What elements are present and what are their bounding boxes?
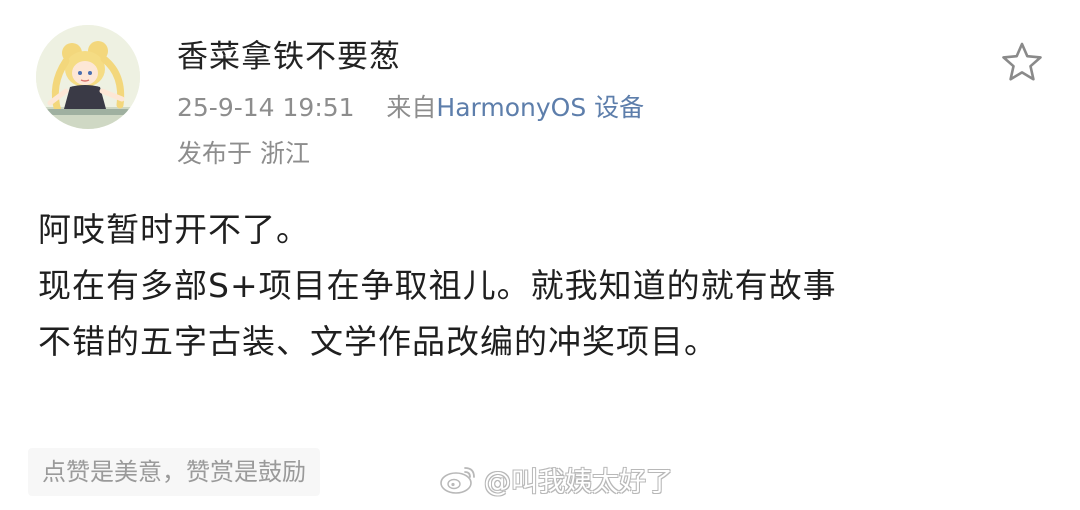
watermark-text: @叫我姨太好了 [484, 466, 673, 498]
source-prefix: 来自 [386, 93, 437, 122]
post-meta: 25-9-14 19:51 来自HarmonyOS 设备 [177, 90, 644, 126]
author-name[interactable]: 香菜拿铁不要葱 [177, 35, 401, 79]
star-outline-icon [1002, 42, 1042, 81]
weibo-watermark: @叫我姨太好了 [438, 459, 673, 499]
content-line: 阿吱暂时开不了。 [38, 210, 310, 249]
avatar-anime-girl-icon [36, 25, 140, 129]
post-timestamp: 25-9-14 19:51 [177, 93, 355, 122]
avatar[interactable] [36, 25, 140, 129]
weibo-logo-icon [440, 467, 475, 494]
weibo-post-card: 香菜拿铁不要葱 25-9-14 19:51 来自HarmonyOS 设备 发布于… [0, 0, 1080, 510]
source-device-link[interactable]: HarmonyOS 设备 [436, 93, 644, 122]
favorite-button[interactable] [1000, 40, 1044, 84]
content-line: 不错的五字古装、文学作品改编的冲奖项目。 [38, 322, 718, 361]
reward-tip[interactable]: 点赞是美意，赞赏是鼓励 [28, 448, 320, 496]
content-line: 现在有多部S+项目在争取祖儿。就我知道的就有故事 [38, 266, 837, 305]
post-content: 阿吱暂时开不了。 现在有多部S+项目在争取祖儿。就我知道的就有故事 不错的五字古… [38, 202, 1048, 370]
post-location: 发布于 浙江 [177, 139, 310, 168]
